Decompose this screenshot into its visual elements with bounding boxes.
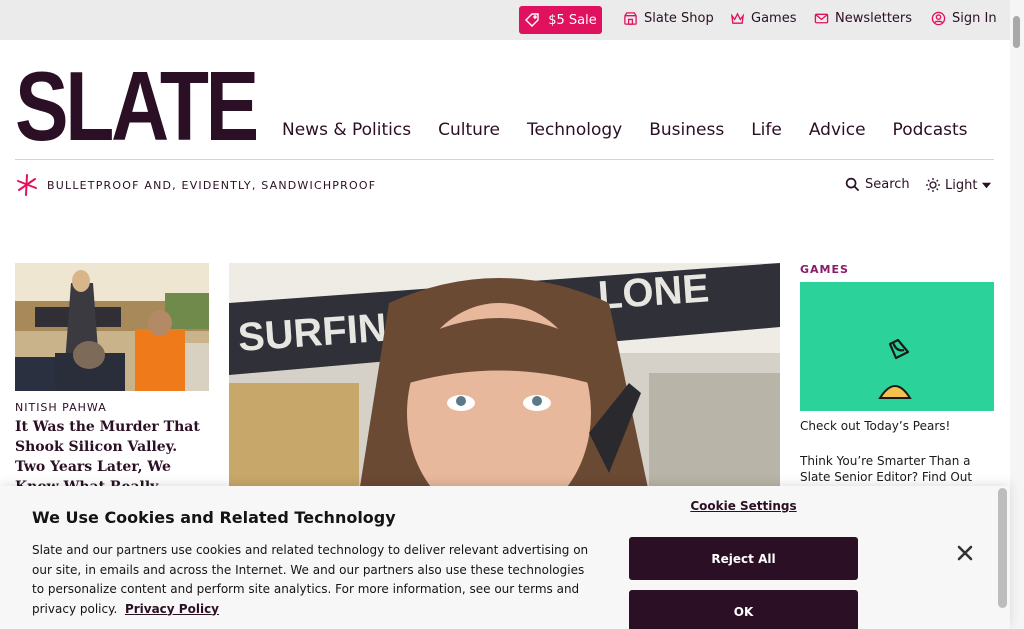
tagline-row: BULLETPROOF AND, EVIDENTLY, SANDWICHPROO… [15, 173, 376, 197]
sale-label: $5 Sale [548, 12, 597, 28]
privacy-policy-link[interactable]: Privacy Policy [125, 602, 219, 616]
games-link[interactable]: Games [730, 11, 796, 26]
cookie-banner: We Use Cookies and Related Technology Sl… [0, 486, 1010, 629]
games-link-pears[interactable]: Check out Today’s Pears! [800, 419, 950, 433]
slate-shop-label: Slate Shop [644, 11, 714, 26]
reject-all-button[interactable]: Reject All [629, 537, 858, 580]
sign-in-link[interactable]: Sign In [931, 11, 997, 26]
games-label: Games [751, 11, 797, 26]
sun-icon [926, 178, 940, 192]
nav-item-podcasts[interactable]: Podcasts [893, 120, 968, 140]
cookie-scrollbar[interactable] [998, 488, 1007, 608]
theme-toggle[interactable]: Light [925, 177, 992, 193]
slate-logo[interactable]: SLATE [15, 68, 256, 142]
cookie-settings-link[interactable]: Cookie Settings [629, 499, 858, 513]
logo-wordmark: SLATE [15, 68, 256, 142]
search-label: Search [865, 177, 910, 192]
cookie-title: We Use Cookies and Related Technology [32, 508, 396, 527]
hero-sign-text-right: LONE [597, 266, 711, 318]
cookie-body: Slate and our partners use cookies and r… [32, 541, 600, 619]
newsletters-link[interactable]: Newsletters [814, 11, 912, 26]
slate-star-icon [17, 174, 37, 196]
sale-button[interactable]: $5 Sale [519, 6, 602, 34]
search-button[interactable]: Search [845, 177, 910, 192]
slate-shop-link[interactable]: Slate Shop [623, 11, 714, 26]
nav-item-life[interactable]: Life [751, 120, 782, 140]
page-scrollbar[interactable] [1010, 0, 1024, 629]
story-byline[interactable]: NITISH PAHWA [15, 401, 107, 414]
shop-icon [624, 12, 637, 25]
games-link-quiz[interactable]: Think You’re Smarter Than a Slate Senior… [800, 453, 990, 485]
sign-in-label: Sign In [952, 11, 997, 26]
page-scrollbar-thumb[interactable] [1013, 16, 1020, 48]
search-icon [845, 177, 860, 192]
masthead-divider [15, 159, 994, 160]
theme-label: Light [945, 177, 978, 193]
nav-item-advice[interactable]: Advice [809, 120, 866, 140]
nav-item-news-politics[interactable]: News & Politics [282, 120, 411, 140]
nav-item-culture[interactable]: Culture [438, 120, 500, 140]
chevron-down-icon [982, 182, 992, 188]
crown-icon [730, 12, 745, 24]
ok-button[interactable]: OK [629, 590, 858, 629]
utility-bar: $5 Sale Slate Shop Games Newsletters Sig… [0, 0, 1010, 40]
tagline: BULLETPROOF AND, EVIDENTLY, SANDWICHPROO… [47, 178, 377, 192]
page: $5 Sale Slate Shop Games Newsletters Sig… [0, 0, 1024, 629]
hero-photo[interactable]: SURFING N LONE [229, 263, 780, 493]
pears-game-tile[interactable] [800, 282, 994, 411]
cookie-body-text: Slate and our partners use cookies and r… [32, 543, 589, 616]
newsletters-label: Newsletters [835, 11, 913, 26]
close-icon[interactable] [956, 544, 974, 562]
main-nav: News & Politics Culture Technology Busin… [282, 120, 968, 140]
mail-icon [814, 13, 829, 24]
courtroom-photo[interactable] [15, 263, 209, 391]
nav-item-business[interactable]: Business [649, 120, 724, 140]
sparkle-tag-icon [525, 13, 539, 27]
games-section-label[interactable]: GAMES [800, 263, 849, 276]
user-icon [931, 11, 946, 26]
nav-item-technology[interactable]: Technology [527, 120, 622, 140]
